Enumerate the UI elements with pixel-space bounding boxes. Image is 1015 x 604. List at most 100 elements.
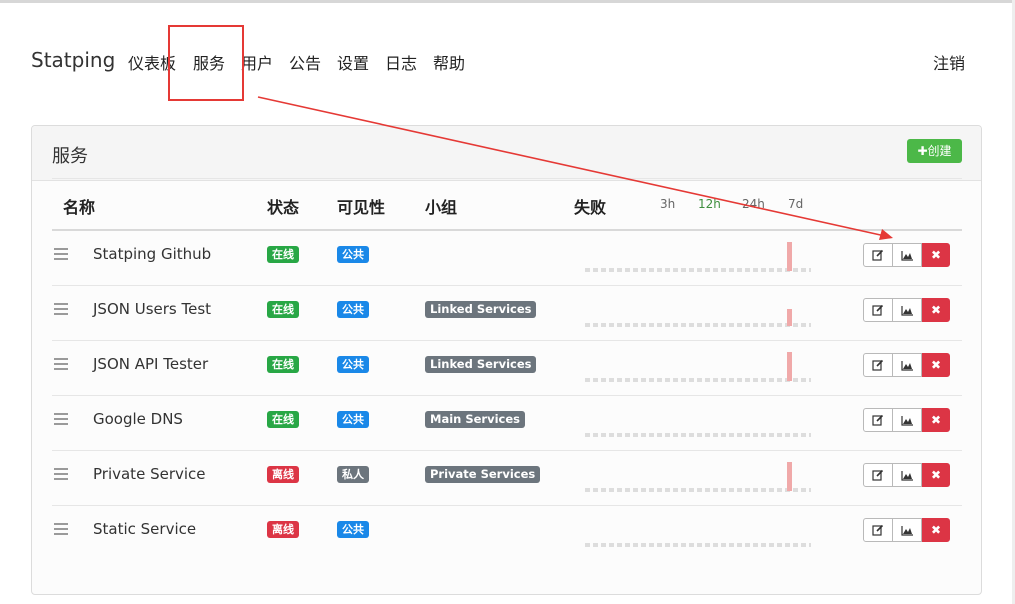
- visibility-badge: 私人: [337, 466, 369, 483]
- edit-button[interactable]: [863, 353, 893, 377]
- status-badge: 在线: [267, 246, 299, 263]
- edit-icon: [872, 249, 884, 261]
- delete-button[interactable]: ✖: [922, 408, 950, 432]
- edit-button[interactable]: [863, 243, 893, 267]
- chart-icon: [900, 305, 913, 316]
- visibility-badge: 公共: [337, 411, 369, 428]
- card-title: 服务: [52, 146, 88, 167]
- edit-button[interactable]: [863, 463, 893, 487]
- group-badge: Main Services: [425, 411, 525, 428]
- visibility-badge: 公共: [337, 356, 369, 373]
- drag-handle-icon[interactable]: [54, 468, 68, 480]
- chart-button[interactable]: [892, 408, 922, 432]
- row-actions: ✖: [863, 298, 951, 322]
- chart-button[interactable]: [892, 298, 922, 322]
- drag-handle-icon[interactable]: [54, 248, 68, 260]
- nav-settings[interactable]: 设置: [337, 50, 369, 74]
- col-header-status: 状态: [267, 198, 300, 217]
- service-row: Static Service 离线 公共 ✖: [32, 505, 982, 560]
- failures-sparkline: [585, 407, 815, 437]
- failures-sparkline: [585, 242, 815, 272]
- service-name[interactable]: Statping Github: [93, 245, 211, 263]
- delete-button[interactable]: ✖: [922, 353, 950, 377]
- failure-spike: [787, 309, 792, 326]
- service-name[interactable]: Static Service: [93, 520, 196, 538]
- failures-sparkline: [585, 462, 815, 492]
- drag-handle-icon[interactable]: [54, 303, 68, 315]
- row-actions: ✖: [863, 518, 951, 542]
- delete-button[interactable]: ✖: [922, 518, 950, 542]
- col-header-group: 小组: [425, 198, 458, 217]
- timeframe-24h[interactable]: 24h: [742, 197, 765, 211]
- create-service-button[interactable]: ✚创建: [907, 139, 962, 163]
- edit-button[interactable]: [863, 298, 893, 322]
- close-icon: ✖: [930, 303, 942, 317]
- edit-icon: [872, 414, 884, 426]
- drag-handle-icon[interactable]: [54, 523, 68, 535]
- logout-link[interactable]: 注销: [933, 50, 965, 74]
- close-icon: ✖: [930, 248, 942, 262]
- group-badge: Private Services: [425, 466, 541, 483]
- chart-icon: [900, 470, 913, 481]
- failure-spike: [787, 462, 792, 491]
- create-label: 创建: [927, 144, 952, 158]
- status-badge: 在线: [267, 411, 299, 428]
- sparkline-baseline: [585, 488, 811, 492]
- delete-button[interactable]: ✖: [922, 298, 950, 322]
- service-name[interactable]: JSON Users Test: [93, 300, 211, 318]
- service-name[interactable]: Google DNS: [93, 410, 183, 428]
- service-row: JSON API Tester 在线 公共 Linked Services ✖: [32, 340, 982, 395]
- chart-icon: [900, 525, 913, 536]
- failure-spike: [787, 242, 792, 271]
- sparkline-baseline: [585, 323, 811, 327]
- brand-logo[interactable]: Statping: [31, 48, 115, 72]
- drag-handle-icon[interactable]: [54, 358, 68, 370]
- service-name[interactable]: JSON API Tester: [93, 355, 208, 373]
- failures-sparkline: [585, 352, 815, 382]
- timeframe-12h[interactable]: 12h: [698, 197, 721, 211]
- col-header-visibility: 可见性: [337, 198, 386, 217]
- timeframe-3h[interactable]: 3h: [660, 197, 675, 211]
- edit-icon: [872, 469, 884, 481]
- chart-button[interactable]: [892, 353, 922, 377]
- chart-icon: [900, 415, 913, 426]
- edit-button[interactable]: [863, 408, 893, 432]
- service-name[interactable]: Private Service: [93, 465, 206, 483]
- group-badge: Linked Services: [425, 301, 537, 318]
- col-header-name: 名称: [63, 198, 96, 217]
- header-top-divider: [52, 178, 962, 179]
- nav-announcements[interactable]: 公告: [289, 50, 321, 74]
- card-header: 服务 ✚创建: [32, 126, 981, 181]
- sparkline-baseline: [585, 268, 811, 272]
- chart-button[interactable]: [892, 243, 922, 267]
- edit-icon: [872, 304, 884, 316]
- plus-icon: ✚: [917, 144, 928, 158]
- chart-icon: [900, 250, 913, 261]
- sparkline-baseline: [585, 543, 811, 547]
- delete-button[interactable]: ✖: [922, 463, 950, 487]
- drag-handle-icon[interactable]: [54, 413, 68, 425]
- close-icon: ✖: [930, 468, 942, 482]
- visibility-badge: 公共: [337, 521, 369, 538]
- nav-help[interactable]: 帮助: [433, 50, 465, 74]
- close-icon: ✖: [930, 358, 942, 372]
- group-badge: Linked Services: [425, 356, 537, 373]
- status-badge: 离线: [267, 521, 299, 538]
- row-actions: ✖: [863, 408, 951, 432]
- top-navbar: Statping 仪表板 服务 用户 公告 设置 日志 帮助 注销: [0, 0, 1015, 120]
- delete-button[interactable]: ✖: [922, 243, 950, 267]
- failures-sparkline: [585, 297, 815, 327]
- edit-button[interactable]: [863, 518, 893, 542]
- status-badge: 离线: [267, 466, 299, 483]
- timeframe-7d[interactable]: 7d: [788, 197, 803, 211]
- nav-users[interactable]: 用户: [241, 50, 273, 74]
- nav-logs[interactable]: 日志: [385, 50, 417, 74]
- row-actions: ✖: [863, 463, 951, 487]
- chart-button[interactable]: [892, 518, 922, 542]
- status-badge: 在线: [267, 301, 299, 318]
- col-header-failures: 失败: [574, 198, 607, 217]
- row-actions: ✖: [863, 243, 951, 267]
- chart-button[interactable]: [892, 463, 922, 487]
- visibility-badge: 公共: [337, 246, 369, 263]
- edit-icon: [872, 359, 884, 371]
